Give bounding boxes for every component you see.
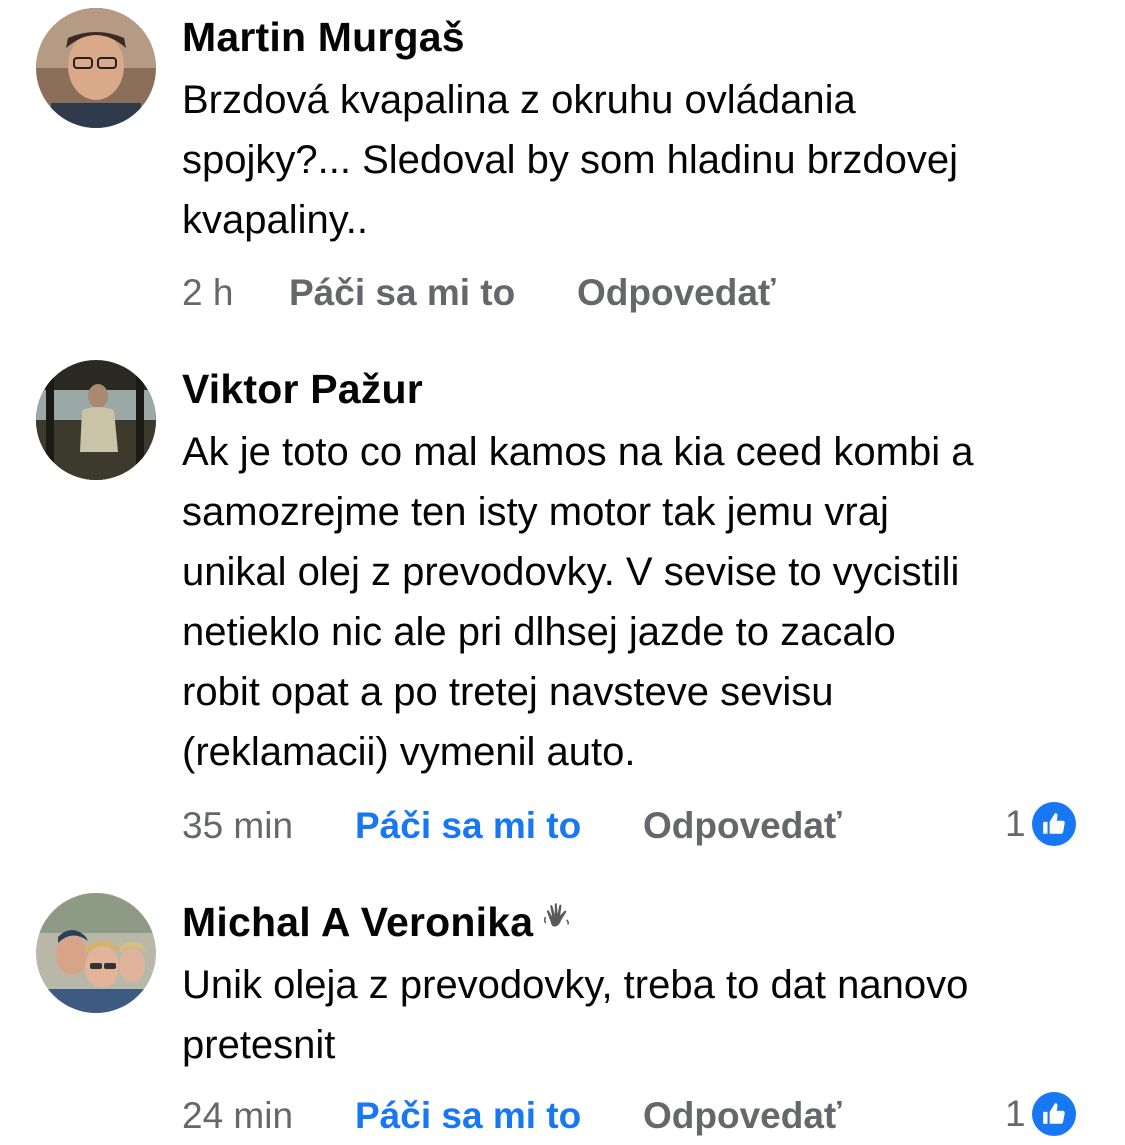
comment-author[interactable]: Michal A Veronika [182, 899, 577, 946]
thumbs-up-icon [1031, 1092, 1076, 1136]
comment-time[interactable]: 2 h [182, 272, 233, 314]
avatar[interactable] [36, 8, 156, 128]
reaction-summary[interactable]: 1 [1005, 1089, 1076, 1139]
comment-text: Ak je toto co mal kamos na kia ceed komb… [182, 430, 974, 774]
avatar[interactable] [36, 893, 156, 1013]
like-button[interactable]: Páči sa mi to [355, 1095, 581, 1137]
comment-text: Unik oleja z prevodovky, treba to dat na… [182, 963, 969, 1067]
comment-author[interactable]: Viktor Pažur [182, 366, 423, 413]
comment-time[interactable]: 24 min [182, 1095, 293, 1137]
thumbs-up-icon [1031, 802, 1076, 846]
reply-button[interactable]: Odpovedať [643, 805, 842, 847]
comment-author[interactable]: Martin Murgaš [182, 14, 465, 61]
avatar[interactable] [36, 360, 156, 480]
author-name: Michal A Veronika [182, 899, 534, 945]
like-button[interactable]: Páči sa mi to [355, 805, 581, 847]
reaction-count: 1 [1005, 1093, 1026, 1134]
reply-button[interactable]: Odpovedať [577, 272, 776, 314]
comment-text: Brzdová kvapalina z okruhu ovládania spo… [182, 78, 958, 242]
reply-button[interactable]: Odpovedať [643, 1095, 842, 1137]
comment-time[interactable]: 35 min [182, 805, 293, 847]
reaction-count: 1 [1005, 803, 1026, 844]
reaction-summary[interactable]: 1 [1005, 799, 1076, 849]
waving-hand-icon [541, 898, 577, 945]
like-button[interactable]: Páči sa mi to [289, 272, 515, 314]
